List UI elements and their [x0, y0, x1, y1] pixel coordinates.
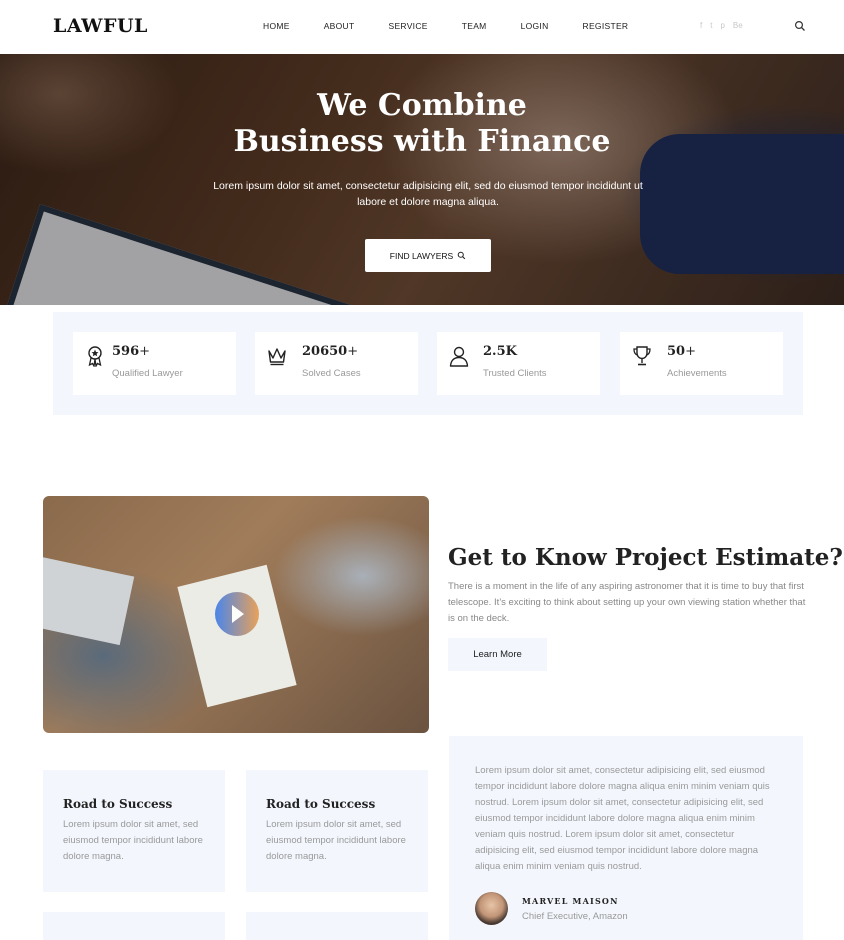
laptop-image [43, 556, 135, 646]
contract-document-image [177, 564, 297, 708]
avatar [475, 892, 508, 925]
pinterest-icon[interactable]: p [720, 21, 724, 30]
feature-card: Road to Success Lorem ipsum dolor sit am… [246, 770, 428, 892]
behance-icon[interactable]: Be [733, 21, 743, 30]
nav-home[interactable]: HOME [263, 21, 290, 31]
feature-card-text: Lorem ipsum dolor sit amet, sed eiusmod … [266, 819, 406, 862]
find-lawyers-label: FIND LAWYERS [389, 250, 454, 261]
find-lawyers-button[interactable]: FIND LAWYERS [365, 239, 491, 272]
stat-card: 20650+ Solved Cases [255, 332, 418, 395]
feature-card: Road to Success Lorem ipsum dolor sit am… [43, 770, 225, 892]
play-button[interactable] [215, 592, 259, 636]
stats-panel: 596+ Qualified Lawyer 20650+ Solved Case… [53, 312, 803, 415]
testimonial-card: Lorem ipsum dolor sit amet, consectetur … [449, 736, 803, 940]
learn-more-button[interactable]: Learn More [448, 638, 547, 671]
video-thumbnail [43, 496, 429, 733]
nav-about[interactable]: ABOUT [324, 21, 355, 31]
nav-team[interactable]: TEAM [462, 21, 487, 31]
feature-card-title: Road to Success [63, 797, 173, 811]
stat-label: Qualified Lawyer [112, 368, 183, 379]
testimonial-name: MARVEL MAISON [522, 896, 619, 906]
feature-card-text: Lorem ipsum dolor sit amet, sed eiusmod … [63, 819, 203, 862]
testimonial-text: Lorem ipsum dolor sit amet, consectetur … [475, 765, 770, 872]
stat-number: 50+ [667, 344, 696, 359]
stat-number: 596+ [112, 344, 151, 359]
social-links: f t p Be [700, 21, 743, 30]
site-logo[interactable]: LAWFUL [53, 15, 148, 37]
stat-number: 20650+ [302, 344, 359, 359]
main-nav: HOME ABOUT SERVICE TEAM LOGIN REGISTER [263, 21, 662, 31]
hero-banner: We Combine Business with Finance Lorem i… [0, 54, 844, 305]
facebook-icon[interactable]: f [700, 21, 702, 30]
search-icon[interactable] [794, 20, 806, 32]
stat-label: Solved Cases [302, 368, 361, 379]
about-title: Get to Know Project Estimate? [448, 544, 843, 571]
nav-service[interactable]: SERVICE [388, 21, 427, 31]
trophy-icon [633, 346, 651, 366]
hero-subtitle: Lorem ipsum dolor sit amet, consectetur … [213, 180, 643, 208]
stat-card: 50+ Achievements [620, 332, 783, 395]
nav-login[interactable]: LOGIN [521, 21, 549, 31]
hero-title-line1: We Combine [317, 88, 527, 123]
feature-card [43, 912, 225, 940]
stat-label: Trusted Clients [483, 368, 547, 379]
search-icon [457, 251, 466, 260]
stat-card: 596+ Qualified Lawyer [73, 332, 236, 395]
feature-card-title: Road to Success [266, 797, 376, 811]
user-icon [449, 346, 469, 367]
stat-label: Achievements [667, 368, 727, 379]
hero-title-line2: Business with Finance [233, 124, 611, 159]
nav-register[interactable]: REGISTER [583, 21, 629, 31]
stat-card: 2.5K Trusted Clients [437, 332, 600, 395]
stat-number: 2.5K [483, 344, 517, 359]
site-header: LAWFUL HOME ABOUT SERVICE TEAM LOGIN REG… [0, 0, 844, 54]
about-text: There is a moment in the life of any asp… [448, 581, 806, 624]
feature-card [246, 912, 428, 940]
crown-icon [268, 348, 286, 366]
award-icon [88, 346, 102, 367]
testimonial-role: Chief Executive, Amazon [522, 911, 628, 922]
twitter-icon[interactable]: t [710, 21, 712, 30]
